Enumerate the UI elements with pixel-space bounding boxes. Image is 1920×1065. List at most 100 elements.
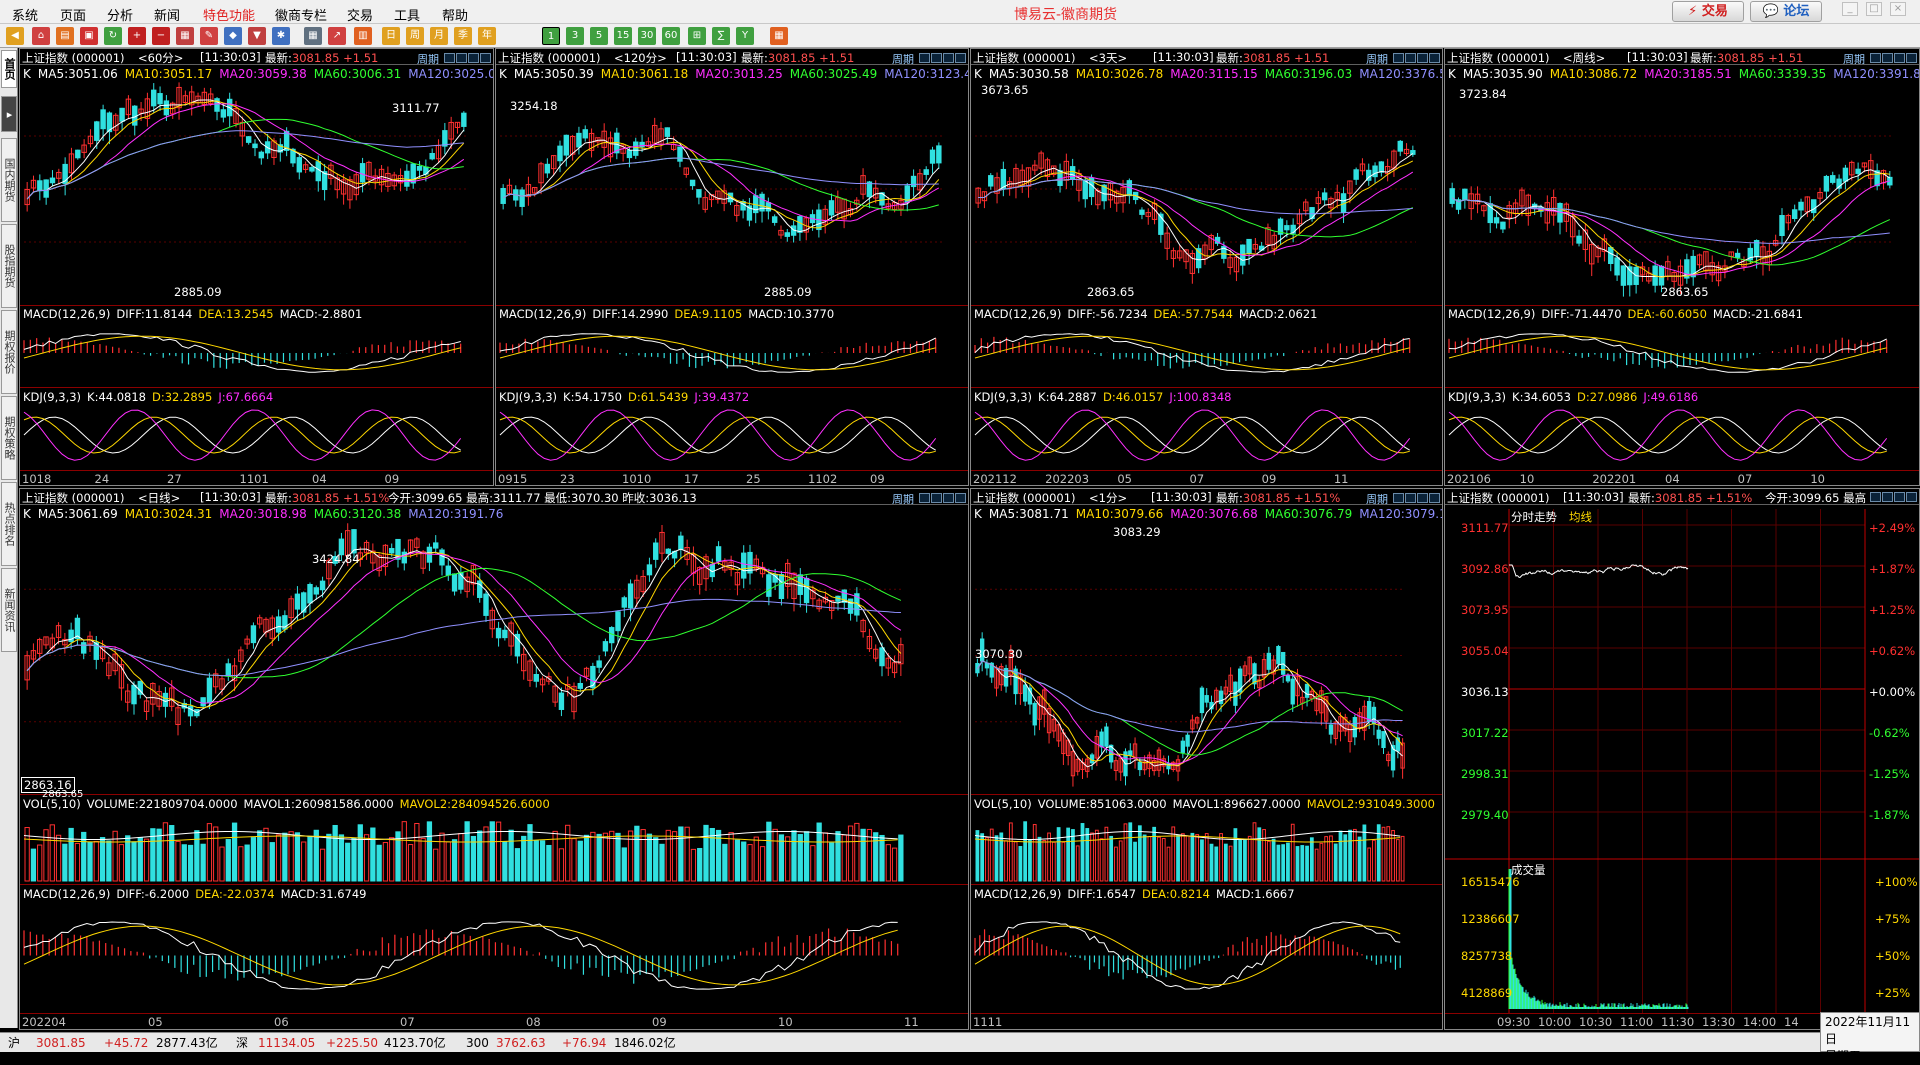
period-1min[interactable]: 1 xyxy=(542,27,560,45)
draw-icon[interactable]: ✎ xyxy=(200,27,218,45)
zq-button[interactable]: 周期 xyxy=(892,491,914,504)
back-icon[interactable]: ◀ xyxy=(6,27,24,45)
period-15min[interactable]: 15 xyxy=(614,27,632,45)
period-year[interactable]: 年 xyxy=(478,27,496,45)
panel-maximize-button[interactable] xyxy=(1429,53,1440,63)
period-3min[interactable]: 3 xyxy=(566,27,584,45)
sidebar-collapse-icon[interactable]: ▸ xyxy=(1,96,17,132)
minimize-icon[interactable]: _ xyxy=(1842,2,1858,16)
sidebar-tab-home[interactable]: 首页 xyxy=(1,50,17,88)
high-label: 3723.84 xyxy=(1459,87,1507,101)
zq-button[interactable]: 周期 xyxy=(417,51,439,64)
close-icon[interactable]: × xyxy=(1890,2,1906,16)
indicator-icon[interactable]: ✱ xyxy=(272,27,290,45)
multi-period-icon[interactable]: ⊞ xyxy=(688,27,706,45)
chart-panel-daily[interactable]: 上证指数 (000001) <日线> [11:30:03] 最新:3081.85… xyxy=(19,488,969,1030)
panel-minimize-button[interactable] xyxy=(1417,493,1428,503)
panel-left-button[interactable] xyxy=(1393,493,1404,503)
panel-right-button[interactable] xyxy=(1882,53,1893,63)
sidebar-tab-option-strategy[interactable]: 期权策略 xyxy=(1,396,17,480)
chart-canvas xyxy=(974,588,1405,990)
home-icon[interactable]: ⌂ xyxy=(32,27,50,45)
panel-right-button[interactable] xyxy=(931,53,942,63)
panel-minimize-button[interactable] xyxy=(943,53,954,63)
chart-panel-2[interactable]: 上证指数 (000001) <3天> [11:30:03] 最新:3081.85… xyxy=(970,48,1443,486)
panel-maximize-button[interactable] xyxy=(955,53,966,63)
sidebar-tab-index-futures[interactable]: 股指期货 xyxy=(1,224,17,308)
menu-page[interactable]: 页面 xyxy=(60,5,86,24)
panel-title: 上证指数 (000001) xyxy=(1447,491,1550,505)
panel-minimize-button[interactable] xyxy=(1894,492,1905,502)
panel-maximize-button[interactable] xyxy=(1906,53,1917,63)
vol-tick: 4128869 xyxy=(1461,986,1513,1000)
menu-news[interactable]: 新闻 xyxy=(154,5,180,24)
panel-maximize-button[interactable] xyxy=(1429,493,1440,503)
menu-tools[interactable]: 工具 xyxy=(394,5,420,24)
calc-icon[interactable]: ▦ xyxy=(770,27,788,45)
price-value: 3081.85 xyxy=(291,51,340,65)
menu-huishang[interactable]: 徽商专栏 xyxy=(275,5,327,24)
chart-panel-3[interactable]: 上证指数 (000001) <周线> [11:30:03] 最新:3081.85… xyxy=(1444,48,1920,486)
panel-maximize-button[interactable] xyxy=(480,53,491,63)
grid-icon[interactable]: ▦ xyxy=(304,27,322,45)
period-30min[interactable]: 30 xyxy=(638,27,656,45)
panel-right-button[interactable] xyxy=(1882,492,1893,502)
trade-button[interactable]: ⚡ 交易 xyxy=(1672,1,1744,22)
panel-minimize-button[interactable] xyxy=(1894,53,1905,63)
refresh-icon[interactable]: ↻ xyxy=(104,27,122,45)
window-icon[interactable]: ▦ xyxy=(176,27,194,45)
panel-left-button[interactable] xyxy=(1393,53,1404,63)
panel-minimize-button[interactable] xyxy=(943,493,954,503)
panel-left-button[interactable] xyxy=(1870,53,1881,63)
chart-panel-0[interactable]: 上证指数 (000001) <60分> [11:30:03] 最新:3081.8… xyxy=(19,48,494,486)
menu-system[interactable]: 系统 xyxy=(12,5,38,24)
maximize-icon[interactable]: □ xyxy=(1866,2,1882,16)
vol-tick: 8257738 xyxy=(1461,949,1513,963)
period-month[interactable]: 月 xyxy=(430,27,448,45)
panel-left-button[interactable] xyxy=(919,53,930,63)
zq-button[interactable]: 周期 xyxy=(1366,51,1388,64)
panel-minimize-button[interactable] xyxy=(468,53,479,63)
sidebar-tab-news[interactable]: 新闻资讯 xyxy=(1,568,17,652)
period-week[interactable]: 周 xyxy=(406,27,424,45)
zq-button[interactable]: 周期 xyxy=(892,51,914,64)
filter-icon[interactable]: ▼ xyxy=(248,27,266,45)
panel-left-button[interactable] xyxy=(919,493,930,503)
chart-panel-intraday[interactable]: 上证指数 (000001) [11:30:03] 最新:3081.85 +1.5… xyxy=(1444,488,1920,1030)
panel-right-button[interactable] xyxy=(1405,493,1416,503)
sidebar-tab-domestic-futures[interactable]: 国内期货 xyxy=(1,138,17,222)
menu-analysis[interactable]: 分析 xyxy=(107,5,133,24)
panel-left-button[interactable] xyxy=(1870,492,1881,502)
zq-button[interactable]: 周期 xyxy=(1366,491,1388,504)
sidebar-tab-option-quotes[interactable]: 期权报价 xyxy=(1,310,17,394)
zq-button[interactable]: 周期 xyxy=(1843,51,1865,64)
panel-right-button[interactable] xyxy=(931,493,942,503)
f10-icon[interactable]: ▣ xyxy=(80,27,98,45)
menu-trade[interactable]: 交易 xyxy=(347,5,373,24)
panel-minimize-button[interactable] xyxy=(1417,53,1428,63)
sidebar-tab-hot-ranking[interactable]: 热点排名 xyxy=(1,482,17,566)
book-icon[interactable]: ▤ xyxy=(56,27,74,45)
forum-button[interactable]: 💬 论坛 xyxy=(1750,1,1822,22)
panel-maximize-button[interactable] xyxy=(1906,492,1917,502)
menu-features[interactable]: 特色功能 xyxy=(203,5,255,24)
menu-help[interactable]: 帮助 xyxy=(442,5,468,24)
x-tick-label: 09 xyxy=(1261,472,1277,486)
chart-panel-1[interactable]: 上证指数 (000001) <120分> [11:30:03] 最新:3081.… xyxy=(495,48,969,486)
period-60min[interactable]: 60 xyxy=(662,27,680,45)
panel-maximize-button[interactable] xyxy=(955,493,966,503)
period-5min[interactable]: 5 xyxy=(590,27,608,45)
panel-right-button[interactable] xyxy=(1405,53,1416,63)
zoom-in-icon[interactable]: + xyxy=(128,27,146,45)
chart-panel-1min[interactable]: 上证指数 (000001) <1分> [11:30:03] 最新:3081.85… xyxy=(970,488,1443,1030)
zoom-out-icon[interactable]: − xyxy=(152,27,170,45)
kline-icon[interactable]: ↗ xyxy=(328,27,346,45)
ink-icon[interactable]: ◆ xyxy=(224,27,242,45)
panel-left-button[interactable] xyxy=(444,53,455,63)
layout-icon[interactable]: ▥ xyxy=(354,27,372,45)
period-day[interactable]: 日 xyxy=(382,27,400,45)
panel-right-button[interactable] xyxy=(456,53,467,63)
filter2-icon[interactable]: Y xyxy=(736,27,754,45)
stats-icon[interactable]: ∑ xyxy=(712,27,730,45)
period-season[interactable]: 季 xyxy=(454,27,472,45)
